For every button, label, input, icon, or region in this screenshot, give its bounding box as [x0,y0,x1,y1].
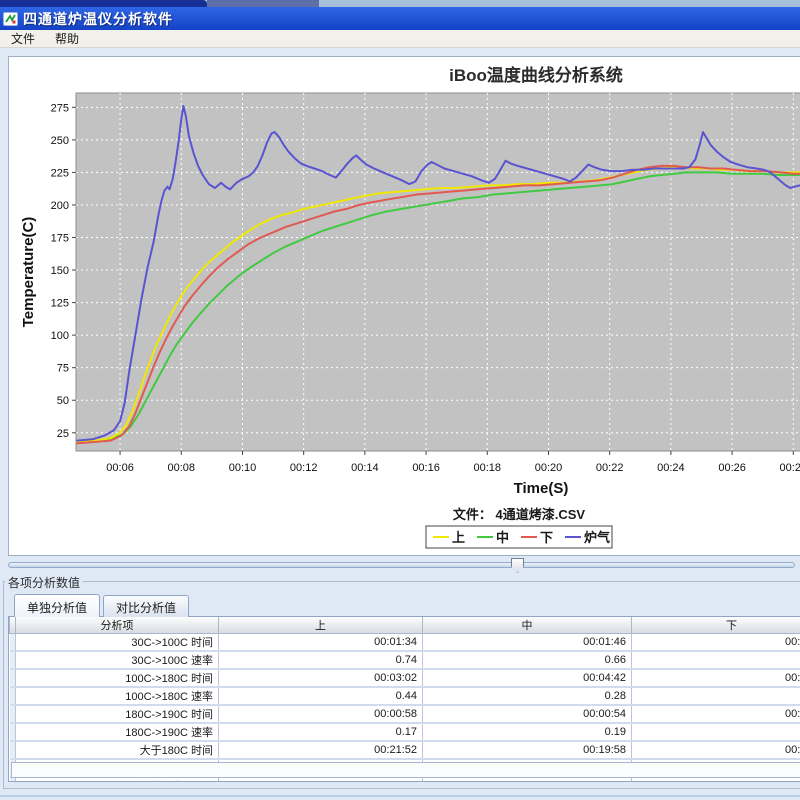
value-cell: 00:21:52 [218,741,423,760]
title-bar: 四通道炉温仪分析软件 [0,7,800,30]
table-row[interactable]: 100C->180C 速率 0.44 0.28 [9,687,800,706]
value-cell: 0.66 [422,651,632,670]
value-cell: 00:01:34 [218,633,423,652]
value-cell: 00:0 [631,633,800,652]
legend-label-上: 上 [452,530,465,545]
analysis-item-cell: 180C->190C 速率 [15,723,219,742]
table-row[interactable]: 180C->190C 时间00:00:5800:00:5400:0 [9,705,800,724]
y-tick-label: 175 [51,233,69,245]
app-icon [3,11,18,26]
y-tick-label: 250 [51,135,69,147]
x-tick-label: 00:10 [229,462,257,474]
tab-individual-analysis[interactable]: 单独分析值 [14,594,101,617]
column-header[interactable]: 分析项 [15,617,219,634]
analysis-tab-content: 分析项上中下 30C->100C 时间00:01:3400:01:4600:03… [8,616,800,782]
value-cell: 00:03:02 [218,669,423,688]
x-tick-label: 00:22 [596,462,624,474]
x-tick-label: 00:24 [657,462,685,474]
y-tick-label: 150 [51,265,69,277]
background-window-edge [0,0,800,7]
value-cell: 0.19 [422,723,632,742]
analysis-item-cell: 100C->180C 速率 [15,687,219,706]
x-tick-label: 00:14 [351,462,379,474]
x-tick-label: 00:16 [412,462,440,474]
analysis-item-cell: 100C->180C 时间 [15,669,219,688]
file-label: 文件： 4通道烤漆.CSV [453,507,586,522]
y-axis-label: Temperature(C) [20,217,37,328]
analysis-item-cell: 大于180C 时间 [15,741,219,760]
y-tick-label: 275 [51,102,69,114]
x-tick-label: 00:12 [290,462,318,474]
value-cell: 00:00:54 [422,705,632,724]
analysis-table: 分析项上中下 30C->100C 时间00:01:3400:01:4600:03… [9,617,800,781]
value-cell: 0.44 [218,687,423,706]
analysis-table-header: 分析项上中下 [9,617,800,634]
column-header[interactable]: 中 [422,617,632,634]
value-cell: 00:1 [631,741,800,760]
column-header[interactable]: 上 [218,617,423,634]
x-tick-label: 00:20 [535,462,563,474]
y-tick-label: 125 [51,298,69,310]
table-row[interactable]: 30C->100C 速率 0.74 0.66 [9,651,800,670]
window-bottom-edge [0,795,800,797]
value-cell: 00:0 [631,669,800,688]
timeline-slider-track[interactable] [8,562,795,568]
table-header-row: 分析项上中下 [9,617,800,634]
menu-item-file[interactable]: 文件 [8,29,38,48]
analysis-table-empty-area [11,762,800,778]
tab-comparative-analysis[interactable]: 对比分析值 [103,595,190,617]
value-cell: 00:0 [631,705,800,724]
legend-label-炉气: 炉气 [584,530,610,545]
table-row[interactable]: 30C->100C 时间00:01:3400:01:4600:0 [9,633,800,652]
value-cell [631,651,800,670]
window-title: 四通道炉温仪分析软件 [23,10,173,27]
column-header[interactable]: 下 [631,617,800,634]
value-cell: 0.28 [422,687,632,706]
x-tick-label: 00:28 [780,462,800,474]
y-tick-label: 225 [51,167,69,179]
y-tick-label: 25 [57,428,69,440]
table-row[interactable]: 100C->180C 时间00:03:0200:04:4200:0 [9,669,800,688]
analysis-item-cell: 30C->100C 时间 [15,633,219,652]
x-tick-label: 00:08 [168,462,196,474]
y-tick-label: 50 [57,395,69,407]
value-cell [631,687,800,706]
x-axis-label: Time(S) [514,480,569,497]
y-tick-label: 75 [57,363,69,375]
timeline-slider-thumb[interactable] [511,558,524,573]
value-cell [631,723,800,742]
legend-label-中: 中 [496,530,509,545]
table-row[interactable]: 大于180C 时间00:21:5200:19:5800:1 [9,741,800,760]
value-cell: 0.74 [218,651,423,670]
x-tick-label: 00:26 [718,462,746,474]
analysis-item-cell: 30C->100C 速率 [15,651,219,670]
chart-svg: 25 50 75 100 125 150 175 200 225 250 275 00:06 00:08… [20,65,800,549]
analysis-group-label: 各项分析数值 [5,574,84,591]
analysis-tabs: 单独分析值 对比分析值 [14,594,190,617]
chart-panel: 25 50 75 100 125 150 175 200 225 250 275 00:06 00:08… [8,56,800,556]
menu-bar: 文件 帮助 [0,30,800,48]
value-cell: 0.17 [218,723,423,742]
analysis-table-body: 30C->100C 时间00:01:3400:01:4600:030C->100… [9,633,800,781]
chart-title: iBoo温度曲线分析系统 [449,65,623,85]
value-cell: 00:04:42 [422,669,632,688]
value-cell: 00:00:58 [218,705,423,724]
menu-item-help[interactable]: 帮助 [52,29,82,48]
y-tick-label: 100 [51,330,69,342]
analysis-item-cell: 180C->190C 时间 [15,705,219,724]
legend-label-下: 下 [540,530,553,545]
y-tick-label: 200 [51,200,69,212]
plot-area [75,92,800,452]
value-cell: 00:01:46 [422,633,632,652]
value-cell: 00:19:58 [422,741,632,760]
x-tick-label: 00:18 [474,462,502,474]
background-window-tab [0,0,207,7]
table-row[interactable]: 180C->190C 速率 0.17 0.19 [9,723,800,742]
background-window-tab-edge [207,0,319,7]
x-tick-label: 00:06 [106,462,134,474]
